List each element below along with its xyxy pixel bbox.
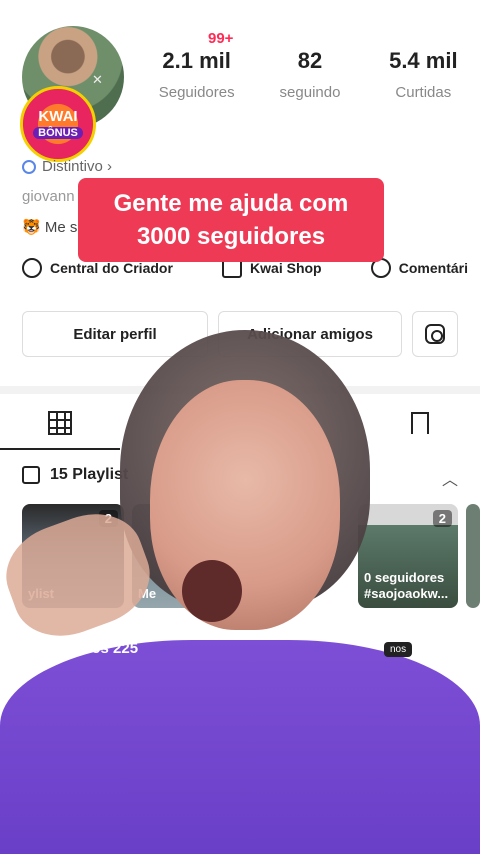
tab-saved[interactable] — [360, 396, 480, 450]
chevron-up-icon[interactable]: ︿ — [442, 466, 458, 490]
person-mouth — [182, 560, 242, 622]
playlist-item[interactable]: 2 0 seguidores #saojoaokw... — [358, 504, 458, 608]
grid-icon — [48, 411, 72, 435]
creator-center-label: Central do Criador — [50, 260, 173, 276]
bookmark-icon — [411, 412, 429, 434]
person-face — [150, 380, 340, 630]
badge-line1: KWAI — [38, 108, 78, 125]
playlist-item[interactable] — [466, 504, 480, 608]
stat-likes[interactable]: 5.4 mil Curtidas — [367, 48, 480, 101]
stat-label: seguindo — [279, 84, 341, 101]
playlists-header[interactable]: 15 Playlist — [22, 466, 128, 484]
instagram-button[interactable] — [412, 311, 458, 357]
stat-label: Curtidas — [395, 84, 452, 101]
playlist-icon — [22, 466, 40, 484]
comments-label: Comentári — [398, 260, 468, 276]
drafts-label: Rascunhos 225 — [28, 640, 139, 657]
stat-followers[interactable]: 2.1 mil Seguidores — [140, 48, 253, 101]
distintivo-link[interactable]: Distintivo › — [22, 158, 112, 175]
video-count: 2 — [432, 510, 452, 527]
video-caption: Gente me ajuda com 3000 seguidores — [78, 178, 384, 262]
lightning-icon — [22, 258, 42, 278]
notification-badge: 99+ — [208, 30, 234, 47]
stat-following[interactable]: 82 seguindo — [253, 48, 366, 101]
stat-value: 5.4 mil — [389, 48, 458, 73]
instagram-icon — [425, 324, 445, 344]
kwai-bonus-badge[interactable]: KWAI BÔNUS — [20, 86, 96, 162]
close-icon[interactable]: ✕ — [92, 72, 103, 88]
badge-icon — [22, 159, 36, 174]
distintivo-label: Distintivo › — [42, 158, 113, 175]
drafts-tag: nos — [384, 642, 413, 657]
drafts-icon — [10, 642, 22, 655]
stat-label: Seguidores — [158, 84, 235, 101]
profile-stats: 2.1 mil Seguidores 82 seguindo 5.4 mil C… — [140, 48, 480, 101]
tab-grid[interactable] — [0, 396, 120, 450]
stat-value: 2.1 mil — [162, 48, 231, 73]
person-shirt — [0, 640, 480, 854]
drafts-link[interactable]: Rascunhos 225 — [10, 640, 138, 657]
caption-line2: 3000 seguidores — [136, 223, 326, 250]
badge-line2: BÔNUS — [33, 127, 83, 139]
stat-value: 82 — [297, 48, 323, 73]
username: giovann — [22, 188, 75, 205]
bio: 🐯 Me s — [22, 219, 78, 236]
caption-line1: Gente me ajuda com — [113, 190, 349, 217]
playlists-label: 15 Playlist — [50, 466, 129, 483]
playlist-title: 0 seguidores #saojoaokw... — [364, 570, 449, 601]
kwai-shop-label: Kwai Shop — [250, 260, 322, 276]
comments-link[interactable]: Comentári — [370, 258, 468, 278]
